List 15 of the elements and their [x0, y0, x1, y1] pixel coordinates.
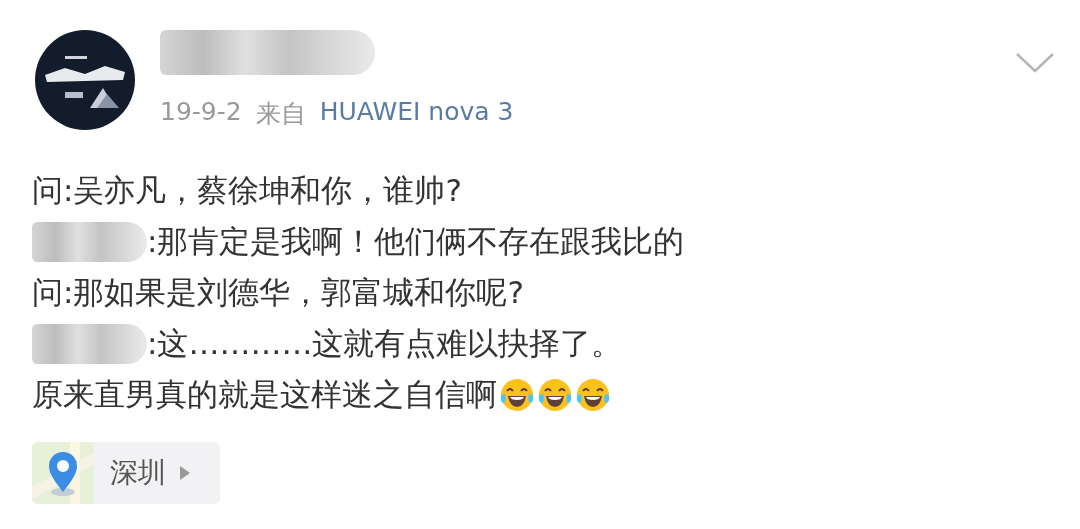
map-pin-icon [32, 442, 94, 504]
post-text: 问:吴亦凡，蔡徐坤和你，谁帅? [32, 171, 462, 210]
post-text: :那肯定是我啊！他们俩不存在跟我比的 [147, 222, 685, 261]
device-link[interactable]: HUAWEI nova 3 [319, 97, 514, 130]
post-text: 原来直男真的就是这样迷之自信啊 [32, 375, 497, 414]
laughing-emoji-icon [537, 376, 573, 413]
post-date: 19-9-2 [160, 97, 242, 128]
chevron-down-icon[interactable] [1015, 52, 1055, 74]
triangle-right-icon [180, 466, 190, 480]
laughing-emoji-icon [575, 376, 611, 413]
laughing-emoji-icon [499, 376, 535, 413]
location-chip[interactable]: 深圳 [32, 442, 220, 504]
post-text: 问:那如果是刘德华，郭富城和你呢? [32, 273, 524, 312]
post-text: :这…………这就有点难以抉择了。 [147, 324, 623, 363]
source-prefix: 来自 [255, 98, 306, 130]
